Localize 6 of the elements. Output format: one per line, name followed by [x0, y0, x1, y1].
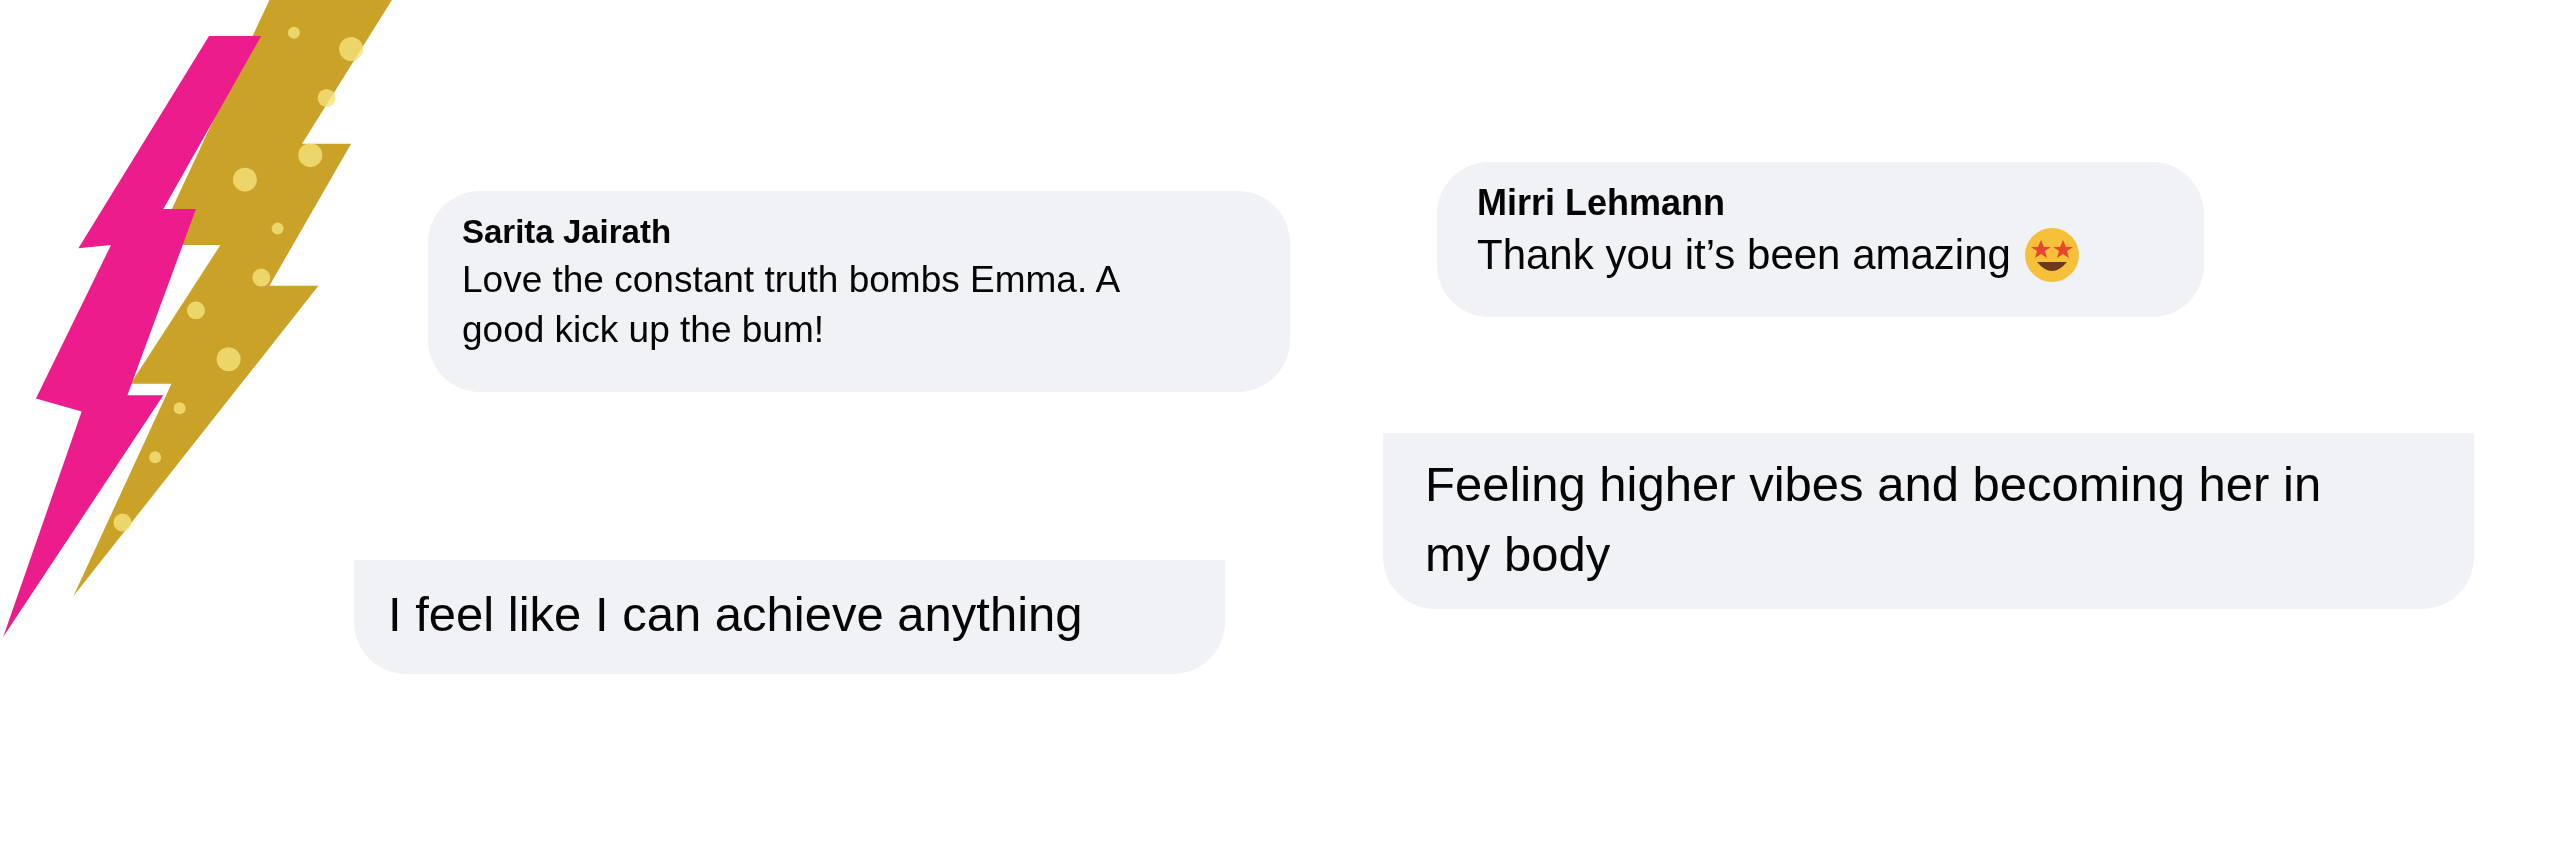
commenter-name: Sarita Jairath — [462, 212, 673, 252]
comment-text: Feeling higher vibes and becoming her in my body — [1425, 456, 2322, 583]
commenter-name: Mirri Lehmann — [1477, 181, 1727, 225]
comment-text: I feel like I can achieve anything — [388, 586, 1083, 643]
comment-text: Love the constant truth bombs Emma. A good kick up the bum! — [462, 258, 1121, 352]
comment-text: Thank you it’s been amazing — [1477, 230, 2011, 280]
